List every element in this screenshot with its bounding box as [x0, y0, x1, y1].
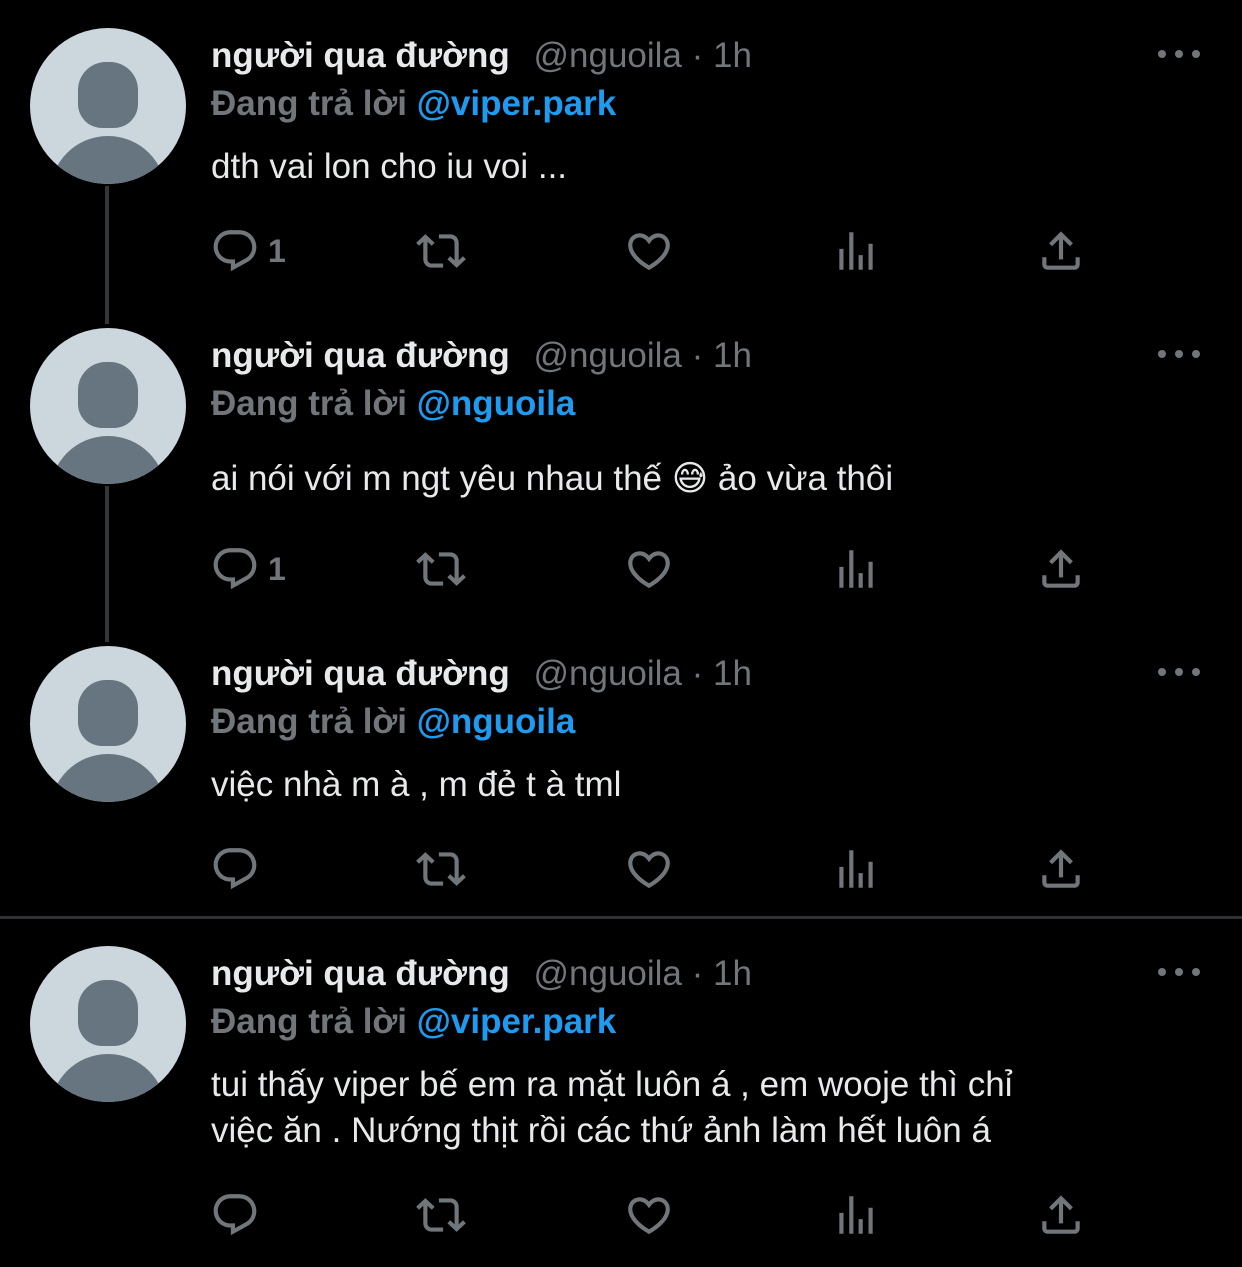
- display-name[interactable]: người qua đường: [211, 654, 510, 693]
- display-name[interactable]: người qua đường: [211, 36, 510, 75]
- avatar[interactable]: [30, 646, 186, 802]
- tweet-text: tui thấy viper bế em ra mặt luôn á , em …: [211, 1062, 1201, 1154]
- like-icon: [628, 1197, 670, 1235]
- retweet-button[interactable]: [416, 226, 466, 276]
- retweet-button[interactable]: [416, 544, 466, 594]
- analytics-icon: [839, 850, 873, 888]
- retweet-button[interactable]: [416, 1190, 466, 1240]
- display-name[interactable]: người qua đường: [211, 954, 510, 993]
- reply-count: 1: [268, 232, 286, 269]
- retweet-icon: [416, 234, 466, 268]
- separator: ·: [691, 336, 714, 375]
- avatar[interactable]: [30, 946, 186, 1102]
- reply-count: 1: [268, 550, 286, 587]
- more-icon[interactable]: [1158, 966, 1200, 978]
- analytics-button[interactable]: [831, 844, 881, 894]
- more-icon[interactable]: [1158, 666, 1200, 678]
- action-bar: [210, 844, 1110, 894]
- share-button[interactable]: [1036, 226, 1086, 276]
- action-bar: 1: [210, 544, 1110, 594]
- reply-icon: [213, 1194, 257, 1236]
- avatar[interactable]: [30, 28, 186, 184]
- tweet-header: người qua đường @nguoila · 1h: [211, 654, 752, 694]
- share-button[interactable]: [1036, 844, 1086, 894]
- reply-button[interactable]: [210, 1190, 260, 1240]
- tweet[interactable]: người qua đường @nguoila · 1h Đang trả l…: [0, 0, 1242, 300]
- replying-to: Đang trả lời @viper.park: [211, 84, 616, 124]
- tweet[interactable]: người qua đường @nguoila · 1h Đang trả l…: [0, 300, 1242, 620]
- user-handle[interactable]: @nguoila: [533, 336, 681, 375]
- timestamp[interactable]: 1h: [713, 954, 752, 993]
- like-icon: [628, 551, 670, 589]
- replying-to: Đang trả lời @nguoila: [211, 702, 575, 742]
- separator: ·: [691, 654, 714, 693]
- retweet-icon: [416, 552, 466, 586]
- reply-target-link[interactable]: @nguoila: [417, 702, 576, 741]
- reply-icon: [213, 230, 257, 272]
- reply-icon: [213, 548, 257, 590]
- user-handle[interactable]: @nguoila: [533, 36, 681, 75]
- reply-icon: [213, 848, 257, 890]
- reply-prefix: Đang trả lời: [211, 1002, 417, 1041]
- analytics-button[interactable]: [831, 1190, 881, 1240]
- reply-target-link[interactable]: @viper.park: [417, 84, 617, 123]
- share-icon: [1042, 549, 1080, 588]
- replying-to: Đang trả lời @nguoila: [211, 384, 575, 424]
- display-name[interactable]: người qua đường: [211, 336, 510, 375]
- user-handle[interactable]: @nguoila: [533, 954, 681, 993]
- like-button[interactable]: [624, 1190, 674, 1240]
- like-button[interactable]: [624, 226, 674, 276]
- analytics-button[interactable]: [831, 226, 881, 276]
- tweet-header: người qua đường @nguoila · 1h: [211, 336, 752, 376]
- analytics-button[interactable]: [831, 544, 881, 594]
- analytics-icon: [839, 550, 873, 588]
- user-handle[interactable]: @nguoila: [533, 654, 681, 693]
- separator: ·: [691, 954, 714, 993]
- avatar[interactable]: [30, 328, 186, 484]
- like-icon: [628, 851, 670, 889]
- tweet-text: dth vai lon cho iu voi ...: [211, 147, 568, 186]
- reply-prefix: Đang trả lời: [211, 84, 417, 123]
- action-bar: [210, 1190, 1110, 1240]
- share-icon: [1042, 849, 1080, 888]
- separator: ·: [691, 36, 714, 75]
- analytics-icon: [839, 232, 873, 270]
- reply-button[interactable]: 1: [210, 226, 286, 276]
- like-button[interactable]: [624, 844, 674, 894]
- reply-target-link[interactable]: @nguoila: [417, 384, 576, 423]
- action-bar: 1: [210, 226, 1110, 276]
- replying-to: Đang trả lời @viper.park: [211, 1002, 616, 1042]
- retweet-icon: [416, 1198, 466, 1232]
- share-icon: [1042, 1195, 1080, 1234]
- tweet[interactable]: người qua đường @nguoila · 1h Đang trả l…: [0, 918, 1242, 1267]
- tweet-text-line: tui thấy viper bế em ra mặt luôn á , em …: [211, 1065, 1013, 1104]
- tweet-text: việc nhà m à , m đẻ t à tml: [211, 765, 622, 804]
- tweet-header: người qua đường @nguoila · 1h: [211, 954, 752, 994]
- share-icon: [1042, 231, 1080, 270]
- reply-target-link[interactable]: @viper.park: [417, 1002, 617, 1041]
- more-icon[interactable]: [1158, 48, 1200, 60]
- share-button[interactable]: [1036, 544, 1086, 594]
- like-icon: [628, 233, 670, 271]
- share-button[interactable]: [1036, 1190, 1086, 1240]
- reply-prefix: Đang trả lời: [211, 384, 417, 423]
- reply-button[interactable]: [210, 844, 260, 894]
- tweet-text: ai nói với m ngt yêu nhau thế 😅 ảo vừa t…: [211, 459, 894, 498]
- reply-button[interactable]: 1: [210, 544, 286, 594]
- reply-prefix: Đang trả lời: [211, 702, 417, 741]
- timestamp[interactable]: 1h: [713, 36, 752, 75]
- tweet[interactable]: người qua đường @nguoila · 1h Đang trả l…: [0, 618, 1242, 916]
- tweet-text-line: việc ăn . Nướng thịt rồi các thứ ảnh làm…: [211, 1111, 991, 1150]
- like-button[interactable]: [624, 544, 674, 594]
- more-icon[interactable]: [1158, 348, 1200, 360]
- retweet-button[interactable]: [416, 844, 466, 894]
- tweet-header: người qua đường @nguoila · 1h: [211, 36, 752, 76]
- timestamp[interactable]: 1h: [713, 336, 752, 375]
- analytics-icon: [839, 1196, 873, 1234]
- retweet-icon: [416, 852, 466, 886]
- timestamp[interactable]: 1h: [713, 654, 752, 693]
